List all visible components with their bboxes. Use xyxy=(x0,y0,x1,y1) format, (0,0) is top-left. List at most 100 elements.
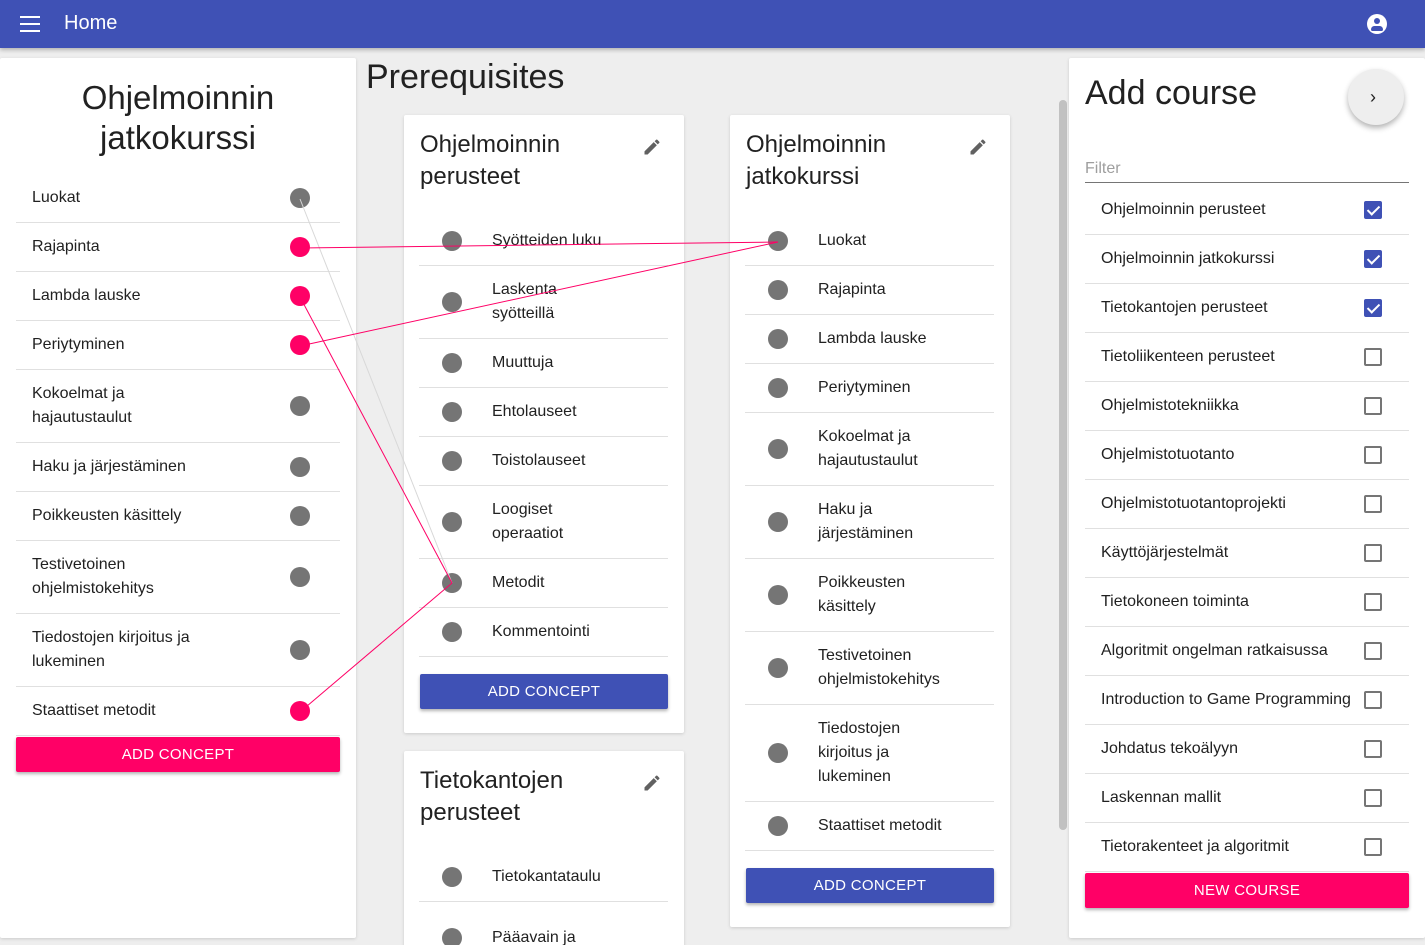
concept-item[interactable]: Metodit xyxy=(419,559,668,608)
concept-item[interactable]: Testivetoinen ohjelmistokehitys xyxy=(16,541,340,614)
course-checkbox[interactable] xyxy=(1364,348,1382,366)
concept-item[interactable]: Tiedostojen kirjoitus ja lukeminen xyxy=(745,705,994,802)
concept-link-dot[interactable] xyxy=(442,928,462,945)
concept-link-dot[interactable] xyxy=(442,451,462,471)
course-list-item[interactable]: Ohjelmistotuotantoprojekti xyxy=(1085,480,1409,529)
course-checkbox[interactable] xyxy=(1364,789,1382,807)
concept-link-dot[interactable] xyxy=(442,292,462,312)
concept-item[interactable]: Staattiset metodit xyxy=(16,687,340,736)
course-list-item[interactable]: Ohjelmoinnin jatkokurssi xyxy=(1085,235,1409,284)
concept-item[interactable]: Luokat xyxy=(16,174,340,223)
concept-item[interactable]: Kokoelmat ja hajautustaulut xyxy=(745,413,994,486)
concept-item[interactable]: Poikkeusten käsittely xyxy=(16,492,340,541)
concept-link-dot[interactable] xyxy=(442,573,462,593)
concept-item[interactable]: Tietokantataulu xyxy=(419,853,668,902)
concept-item[interactable]: Lambda lauske xyxy=(745,315,994,364)
concept-link-dot[interactable] xyxy=(768,512,788,532)
course-checkbox[interactable] xyxy=(1364,593,1382,611)
course-checkbox[interactable] xyxy=(1364,201,1382,219)
concept-item[interactable]: Loogiset operaatiot xyxy=(419,486,668,559)
concept-link-dot[interactable] xyxy=(290,640,310,660)
concept-item[interactable]: Toistolauseet xyxy=(419,437,668,486)
concept-link-dot[interactable] xyxy=(768,231,788,251)
concept-item[interactable]: Rajapinta xyxy=(745,266,994,315)
concept-item[interactable]: Syötteiden luku xyxy=(419,217,668,266)
new-course-button[interactable]: NEW COURSE xyxy=(1085,873,1409,908)
course-checkbox[interactable] xyxy=(1364,397,1382,415)
course-list-item[interactable]: Laskennan mallit xyxy=(1085,774,1409,823)
menu-icon[interactable] xyxy=(20,16,40,32)
course-list-item[interactable]: Algoritmit ongelman ratkaisussa xyxy=(1085,627,1409,676)
concept-link-dot[interactable] xyxy=(768,585,788,605)
course-list-item[interactable]: Tietoliikenteen perusteet xyxy=(1085,333,1409,382)
course-list-item[interactable]: Tietorakenteet ja algoritmit xyxy=(1085,823,1409,872)
concept-link-dot[interactable] xyxy=(768,658,788,678)
edit-icon[interactable] xyxy=(968,137,988,157)
course-list-item[interactable]: Ohjelmoinnin perusteet xyxy=(1085,186,1409,235)
concept-link-dot[interactable] xyxy=(290,567,310,587)
concept-item[interactable]: Haku ja järjestäminen xyxy=(745,486,994,559)
filter-input[interactable] xyxy=(1085,156,1409,183)
concept-item[interactable]: Testivetoinen ohjelmistokehitys xyxy=(745,632,994,705)
course-checkbox[interactable] xyxy=(1364,250,1382,268)
concept-link-dot[interactable] xyxy=(290,335,310,355)
concept-item[interactable]: Laskenta syötteillä xyxy=(419,266,668,339)
course-list-item[interactable]: Ohjelmistotuotanto xyxy=(1085,431,1409,480)
concept-link-dot[interactable] xyxy=(290,286,310,306)
concept-item[interactable]: Tiedostojen kirjoitus ja lukeminen xyxy=(16,614,340,687)
course-checkbox[interactable] xyxy=(1364,838,1382,856)
concept-link-dot[interactable] xyxy=(442,353,462,373)
course-list-item[interactable]: Introduction to Game Programming xyxy=(1085,676,1409,725)
concept-link-dot[interactable] xyxy=(768,816,788,836)
concept-link-dot[interactable] xyxy=(290,396,310,416)
concept-item[interactable]: Kokoelmat ja hajautustaulut xyxy=(16,370,340,443)
course-checkbox[interactable] xyxy=(1364,544,1382,562)
concept-link-dot[interactable] xyxy=(442,402,462,422)
course-list-item[interactable]: Tietokoneen toiminta xyxy=(1085,578,1409,627)
course-checkbox[interactable] xyxy=(1364,691,1382,709)
collapse-panel-button[interactable]: › xyxy=(1348,69,1404,125)
edit-icon[interactable] xyxy=(642,137,662,157)
concept-link-dot[interactable] xyxy=(768,743,788,763)
course-checkbox[interactable] xyxy=(1364,299,1382,317)
course-list-item[interactable]: Käyttöjärjestelmät xyxy=(1085,529,1409,578)
course-checkbox[interactable] xyxy=(1364,642,1382,660)
concept-item[interactable]: Lambda lauske xyxy=(16,272,340,321)
concept-item[interactable]: Poikkeusten käsittely xyxy=(745,559,994,632)
add-concept-button[interactable]: ADD CONCEPT xyxy=(420,674,668,709)
concept-link-dot[interactable] xyxy=(442,512,462,532)
scrollbar[interactable] xyxy=(1059,100,1067,830)
course-list-item[interactable]: Ohjelmistotekniikka xyxy=(1085,382,1409,431)
concept-link-dot[interactable] xyxy=(442,867,462,887)
concept-item[interactable]: Pääavain ja xyxy=(419,902,668,945)
concept-item[interactable]: Rajapinta xyxy=(16,223,340,272)
concept-link-dot[interactable] xyxy=(290,457,310,477)
concept-link-dot[interactable] xyxy=(768,439,788,459)
concept-link-dot[interactable] xyxy=(290,188,310,208)
concept-item[interactable]: Periytyminen xyxy=(745,364,994,413)
concept-link-dot[interactable] xyxy=(768,280,788,300)
add-concept-button[interactable]: ADD CONCEPT xyxy=(16,737,340,772)
concept-link-dot[interactable] xyxy=(442,231,462,251)
course-checkbox[interactable] xyxy=(1364,740,1382,758)
course-list-item[interactable]: Tietokantojen perusteet xyxy=(1085,284,1409,333)
concept-link-dot[interactable] xyxy=(290,237,310,257)
course-list-item[interactable]: Johdatus tekoälyyn xyxy=(1085,725,1409,774)
concept-item[interactable]: Staattiset metodit xyxy=(745,802,994,851)
concept-item[interactable]: Ehtolauseet xyxy=(419,388,668,437)
add-concept-button[interactable]: ADD CONCEPT xyxy=(746,868,994,903)
course-checkbox[interactable] xyxy=(1364,446,1382,464)
concept-item[interactable]: Periytyminen xyxy=(16,321,340,370)
concept-link-dot[interactable] xyxy=(442,622,462,642)
account-icon[interactable] xyxy=(1367,14,1387,34)
concept-link-dot[interactable] xyxy=(768,378,788,398)
concept-item[interactable]: Haku ja järjestäminen xyxy=(16,443,340,492)
concept-link-dot[interactable] xyxy=(768,329,788,349)
concept-item[interactable]: Kommentointi xyxy=(419,608,668,657)
concept-link-dot[interactable] xyxy=(290,701,310,721)
concept-link-dot[interactable] xyxy=(290,506,310,526)
course-checkbox[interactable] xyxy=(1364,495,1382,513)
concept-item[interactable]: Muuttuja xyxy=(419,339,668,388)
concept-item[interactable]: Luokat xyxy=(745,217,994,266)
edit-icon[interactable] xyxy=(642,773,662,793)
